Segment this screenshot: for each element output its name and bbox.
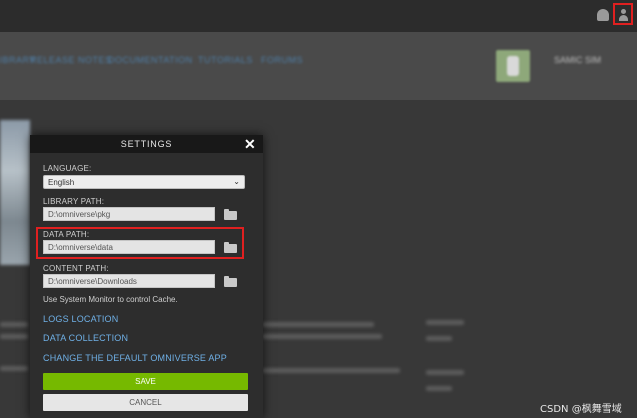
data-path-value: D:\omniverse\data	[48, 243, 113, 252]
bg-text-line	[0, 334, 28, 339]
user-icon[interactable]	[613, 3, 633, 25]
language-select[interactable]: English ⌄	[43, 175, 245, 189]
settings-header: SETTINGS ✕	[30, 135, 263, 153]
library-folder-icon[interactable]	[224, 209, 237, 220]
bg-text-line	[262, 368, 400, 373]
cache-info-text: Use System Monitor to control Cache.	[43, 295, 178, 304]
settings-dialog: SETTINGS ✕ LANGUAGE: English ⌄ LIBRARY P…	[30, 135, 263, 418]
content-folder-icon[interactable]	[224, 276, 237, 287]
data-folder-icon[interactable]	[224, 242, 237, 253]
logs-location-link[interactable]: LOGS LOCATION	[43, 314, 118, 324]
top-bar	[0, 0, 637, 32]
nav-item-documentation[interactable]: DOCUMENTATION	[108, 55, 193, 65]
bg-text-line	[426, 370, 464, 375]
bg-text-line	[262, 334, 382, 339]
content-path-value: D:\omniverse\Downloads	[48, 277, 137, 286]
content-path-input[interactable]: D:\omniverse\Downloads	[43, 274, 215, 288]
cancel-button[interactable]: CANCEL	[43, 394, 248, 411]
close-icon[interactable]: ✕	[244, 136, 256, 152]
save-button[interactable]: SAVE	[43, 373, 248, 390]
change-default-app-link[interactable]: CHANGE THE DEFAULT OMNIVERSE APP	[43, 353, 227, 363]
chevron-down-icon: ⌄	[233, 177, 240, 186]
nav-item-release-notes[interactable]: RELEASE NOTES	[30, 55, 112, 65]
nav-item-tutorials[interactable]: TUTORIALS	[198, 55, 253, 65]
settings-title: SETTINGS	[120, 139, 173, 149]
featured-image	[0, 120, 30, 265]
language-label: LANGUAGE:	[43, 164, 92, 173]
watermark-text: CSDN @枫舞雪域	[540, 404, 622, 415]
language-value: English	[48, 178, 75, 187]
bell-icon[interactable]	[597, 9, 609, 21]
user-icon-head	[621, 9, 626, 14]
app-thumbnail[interactable]	[496, 50, 530, 82]
bg-text-line	[426, 320, 464, 325]
bg-text-line	[426, 386, 452, 391]
user-icon-body	[619, 15, 628, 21]
library-path-input[interactable]: D:\omniverse\pkg	[43, 207, 215, 221]
library-path-value: D:\omniverse\pkg	[48, 210, 111, 219]
data-collection-link[interactable]: DATA COLLECTION	[43, 333, 128, 343]
nav-item-forums[interactable]: FORUMS	[261, 55, 303, 65]
content-path-label: CONTENT PATH:	[43, 264, 109, 273]
bg-text-line	[0, 366, 28, 371]
library-path-label: LIBRARY PATH:	[43, 197, 105, 206]
data-path-input[interactable]: D:\omniverse\data	[43, 240, 215, 254]
bg-text-line	[0, 322, 28, 327]
bg-text-line	[262, 322, 374, 327]
data-path-label: DATA PATH:	[43, 230, 90, 239]
bg-text-line	[426, 336, 452, 341]
nav-bar	[0, 32, 637, 100]
nav-user-label[interactable]: SAMIC SIM	[554, 55, 601, 65]
